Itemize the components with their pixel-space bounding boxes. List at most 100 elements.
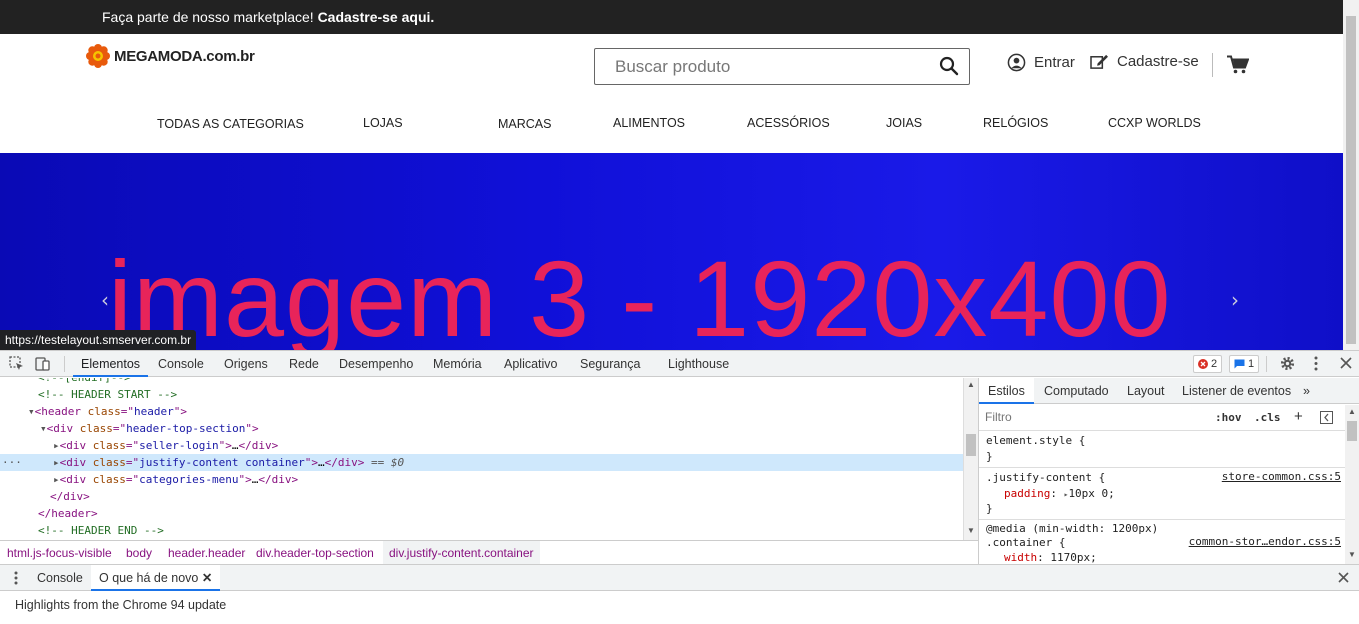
hover-state-toggle[interactable]: :hov <box>1215 411 1242 424</box>
flower-logo-icon <box>86 44 110 68</box>
topbar-text: Faça parte de nosso marketplace! <box>102 9 314 25</box>
breadcrumb-item-active[interactable]: div.justify-content.container <box>383 541 540 565</box>
drawer-tab-console[interactable]: Console <box>37 565 83 591</box>
dom-node-categories-menu[interactable]: ▸<div class="categories-menu">…</div> <box>53 471 298 488</box>
dom-node-seller-login[interactable]: ▸<div class="seller-login">…</div> <box>53 437 278 454</box>
tab-layout[interactable]: Layout <box>1127 378 1165 404</box>
class-toggle[interactable]: .cls <box>1254 411 1281 424</box>
collapsed-triangle-icon[interactable]: ▸ <box>53 473 60 486</box>
search-input[interactable] <box>615 57 915 77</box>
tab-lighthouse[interactable]: Lighthouse <box>668 351 729 377</box>
styles-filter-input[interactable] <box>985 410 1205 424</box>
tab-styles[interactable]: Estilos <box>979 378 1034 404</box>
search-icon[interactable] <box>939 56 959 81</box>
error-count-badge[interactable]: 2 <box>1193 355 1223 373</box>
login-label: Entrar <box>1034 54 1075 71</box>
styles-filter-bar: :hov .cls + <box>979 405 1346 431</box>
devtools-toolbar: Elementos Console Origens Rede Desempenh… <box>0 351 1359 377</box>
dom-comment[interactable]: <!--[endif]--> <box>38 378 131 386</box>
tab-event-listeners[interactable]: Listener de eventos <box>1182 378 1291 404</box>
nav-watches[interactable]: RELÓGIOS <box>983 116 1048 130</box>
tab-network[interactable]: Rede <box>289 351 319 377</box>
banner-prev-arrow-icon[interactable]: ‹ <box>101 288 109 312</box>
message-count-badge[interactable]: 1 <box>1229 355 1260 373</box>
topbar-register-link[interactable]: Cadastre-se aqui. <box>318 9 435 25</box>
css-media-query: @media (min-width: 1200px) <box>986 522 1159 535</box>
nav-stores[interactable]: LOJAS <box>363 116 403 130</box>
tab-computed[interactable]: Computado <box>1044 378 1109 404</box>
banner-next-arrow-icon[interactable]: › <box>1231 288 1239 312</box>
more-tabs-chevron-icon[interactable]: » <box>1303 378 1310 404</box>
elements-scrollbar[interactable]: ▲ ▼ <box>963 378 978 540</box>
dom-node-header-top-section[interactable]: ▾<div class="header-top-section"> <box>40 420 259 437</box>
css-source-link[interactable]: store-common.css:5 <box>1222 470 1341 483</box>
login-link[interactable]: Entrar <box>1007 53 1075 72</box>
tab-application[interactable]: Aplicativo <box>504 351 558 377</box>
dom-comment-header-end[interactable]: <!-- HEADER END --> <box>38 522 164 539</box>
close-drawer-icon[interactable] <box>1338 572 1349 586</box>
register-link[interactable]: Cadastre-se <box>1090 53 1199 70</box>
logo-wordmark: MEGAMODA.com.br <box>114 47 255 65</box>
scrollbar-thumb[interactable] <box>966 434 976 456</box>
css-rule-container-selector[interactable]: .container { <box>986 535 1065 550</box>
scroll-up-arrow-icon[interactable]: ▲ <box>967 380 975 389</box>
tab-console[interactable]: Console <box>158 351 204 377</box>
rule-divider <box>979 467 1346 468</box>
settings-gear-icon[interactable] <box>1280 356 1295 374</box>
dom-comment-header-start[interactable]: <!-- HEADER START --> <box>38 386 177 403</box>
expand-triangle-icon[interactable]: ▾ <box>40 422 47 435</box>
scrollbar-thumb[interactable] <box>1347 421 1357 441</box>
toolbar-divider <box>1266 356 1267 372</box>
tab-memory[interactable]: Memória <box>433 351 482 377</box>
tab-elements[interactable]: Elementos <box>73 351 149 377</box>
nav-all-categories[interactable]: TODAS AS CATEGORIAS <box>157 117 304 131</box>
collapsed-triangle-icon[interactable]: ▸ <box>53 456 60 469</box>
expand-triangle-icon[interactable]: ▾ <box>28 405 35 418</box>
close-tab-icon[interactable]: ✕ <box>202 571 212 585</box>
cart-icon[interactable] <box>1227 55 1250 79</box>
drawer-tab-whats-new[interactable]: O que há de novo ✕ <box>91 565 221 591</box>
page-scrollbar[interactable] <box>1343 0 1359 350</box>
scroll-up-arrow-icon[interactable]: ▲ <box>1348 407 1356 416</box>
nav-ccxp-worlds[interactable]: CCXP WORLDS <box>1108 116 1201 130</box>
breadcrumb-item[interactable]: div.header-top-section <box>256 541 374 565</box>
node-actions-dots[interactable]: ··· <box>2 454 22 471</box>
breadcrumb-item[interactable]: header.header <box>168 541 245 565</box>
browser-viewport: Faça parte de nosso marketplace! Cadastr… <box>0 0 1359 624</box>
close-devtools-icon[interactable] <box>1340 357 1352 372</box>
marketplace-topbar: Faça parte de nosso marketplace! Cadastr… <box>0 0 1343 34</box>
css-property-padding[interactable]: padding: ▸10px 0; <box>1004 486 1115 502</box>
dom-node-header[interactable]: ▾<header class="header"> <box>28 403 187 420</box>
tab-security[interactable]: Segurança <box>580 351 640 377</box>
nav-brands[interactable]: MARCAS <box>498 117 551 131</box>
breadcrumb-item[interactable]: body <box>126 541 152 565</box>
collapsed-triangle-icon[interactable]: ▸ <box>53 439 60 452</box>
scroll-down-arrow-icon[interactable]: ▼ <box>1348 550 1356 559</box>
devtools-panel: Elementos Console Origens Rede Desempenh… <box>0 350 1359 624</box>
styles-scrollbar[interactable]: ▲ ▼ <box>1345 405 1359 564</box>
toggle-sidebar-icon[interactable] <box>1320 411 1333 427</box>
hero-banner[interactable]: imagem 3 - 1920x400 ‹ › <box>0 153 1343 350</box>
dom-close-div[interactable]: </div> <box>50 488 90 505</box>
css-property-width[interactable]: width: 1170px; <box>1004 550 1097 565</box>
nav-accessories[interactable]: ACESSÓRIOS <box>747 116 830 130</box>
dom-node-justify-content-container[interactable]: ▸<div class="justify-content container">… <box>53 454 404 471</box>
breadcrumb-item[interactable]: html.js-focus-visible <box>7 541 112 565</box>
scroll-down-arrow-icon[interactable]: ▼ <box>967 526 975 535</box>
css-rule-element-style[interactable]: element.style { <box>986 433 1085 448</box>
tab-sources[interactable]: Origens <box>224 351 268 377</box>
more-options-icon[interactable] <box>1314 356 1318 374</box>
css-source-link[interactable]: common-stor…endor.css:5 <box>1189 535 1341 548</box>
scrollbar-thumb[interactable] <box>1346 16 1356 344</box>
inspect-element-icon[interactable] <box>9 356 24 374</box>
drawer-menu-icon[interactable] <box>14 571 18 588</box>
site-logo[interactable]: MEGAMODA.com.br <box>86 43 255 69</box>
register-label: Cadastre-se <box>1117 53 1199 70</box>
dom-close-header[interactable]: </header> <box>38 505 98 522</box>
add-rule-plus-icon[interactable]: + <box>1294 408 1303 425</box>
nav-jewelry[interactable]: JOIAS <box>886 116 922 130</box>
device-toolbar-icon[interactable] <box>35 356 50 374</box>
tab-performance[interactable]: Desempenho <box>339 351 413 377</box>
css-rule-justify-content-selector[interactable]: .justify-content { <box>986 470 1105 485</box>
nav-food[interactable]: ALIMENTOS <box>613 116 685 130</box>
